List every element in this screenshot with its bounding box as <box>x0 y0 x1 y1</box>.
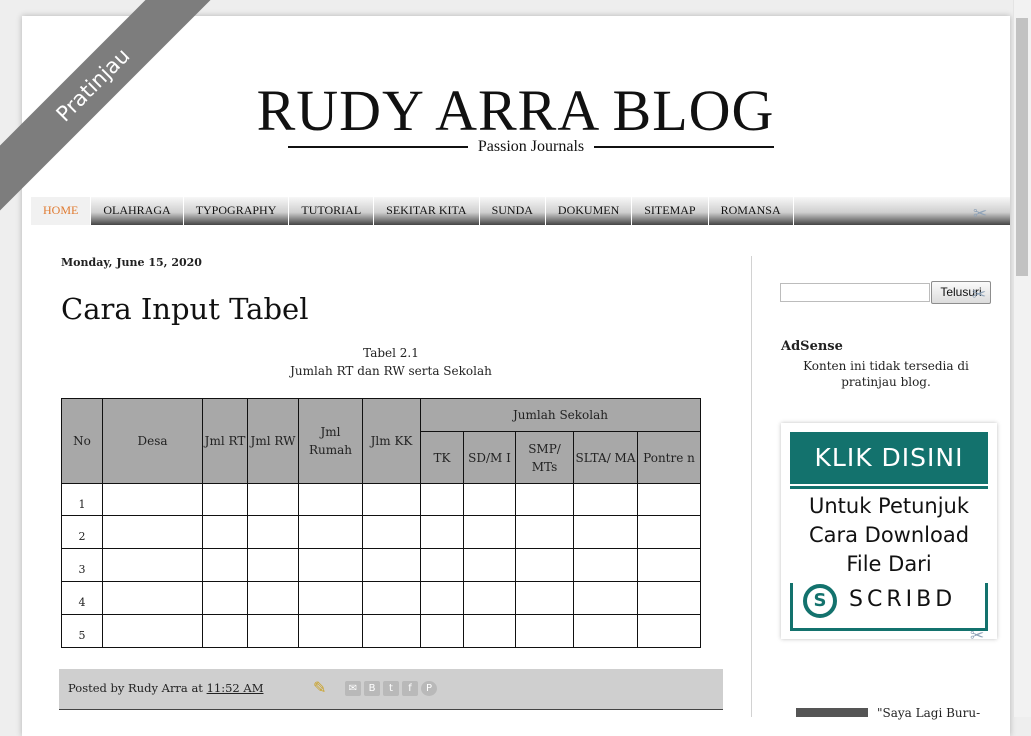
banner-line-1: Untuk Petunjuk <box>808 494 970 518</box>
banner-instructions: Untuk Petunjuk Cara Download File Dari <box>781 492 997 579</box>
twitter-share-icon[interactable]: t <box>383 681 399 696</box>
adsense-text: Konten ini tidak tersedia di pratinjau b… <box>803 359 969 389</box>
popular-post-thumbnail[interactable] <box>796 708 868 717</box>
banner-rule <box>790 486 988 489</box>
search-input[interactable] <box>780 283 930 302</box>
blog-title[interactable]: RUDY ARRA BLOG <box>0 78 1031 144</box>
nav-item-olahraga[interactable]: OLAHRAGA <box>91 197 184 225</box>
blog-tagline: Passion Journals <box>477 138 585 155</box>
nav-item-dokumen[interactable]: DOKUMEN <box>546 197 633 225</box>
header-pontren: Pontre n <box>637 431 701 484</box>
popular-post-title[interactable]: "Saya Lagi Buru- <box>877 706 980 720</box>
adsense-heading: AdSense <box>781 339 843 354</box>
edit-widget-icon[interactable]: ✂ <box>973 205 991 223</box>
table-row: 5 <box>61 614 701 648</box>
scribd-logo-icon: S <box>803 584 837 618</box>
header-slta-ma: SLTA/ MA <box>573 431 638 484</box>
email-share-icon[interactable]: ✉ <box>345 681 361 696</box>
tagline-row: Passion Journals <box>288 137 775 157</box>
row-number: 1 <box>61 483 103 516</box>
post-date: Monday, June 15, 2020 <box>61 256 202 269</box>
tagline-rule-right <box>594 146 775 148</box>
row-number: 2 <box>61 515 103 549</box>
posted-by: Posted by Rudy Arra at 11:52 AM <box>68 681 263 695</box>
main-nav: HOME OLAHRAGA TYPOGRAPHY TUTORIAL SEKITA… <box>31 197 1010 225</box>
banner-line-2: Cara Download <box>808 523 970 547</box>
row-number: 3 <box>61 548 103 582</box>
edit-post-pencil-icon[interactable]: ✎ <box>313 678 326 697</box>
banner-klik-disini: KLIK DISINI <box>790 432 988 484</box>
posted-by-text: Posted by Rudy Arra at <box>68 681 207 695</box>
table-row: 3 <box>61 548 701 582</box>
post-timestamp-link[interactable]: 11:52 AM <box>207 681 264 695</box>
nav-item-sekitar-kita[interactable]: SEKITAR KITA <box>374 197 480 225</box>
tagline-rule-left <box>288 146 468 148</box>
row-number: 4 <box>61 581 103 615</box>
footer-divider <box>59 709 723 710</box>
table-row: 1 <box>61 483 701 516</box>
nav-item-sunda[interactable]: SUNDA <box>480 197 546 225</box>
scribd-banner[interactable]: KLIK DISINI Untuk Petunjuk Cara Download… <box>781 423 997 639</box>
pinterest-share-icon[interactable]: P <box>421 681 437 696</box>
nav-item-home[interactable]: HOME <box>31 197 92 225</box>
header-jlm-kk: Jlm KK <box>362 398 421 484</box>
header-smp-mts: SMP/ MTs <box>515 431 574 484</box>
header-jml-rumah: Jml Rumah <box>298 398 363 484</box>
row-number: 5 <box>61 614 103 648</box>
header-jml-rt: Jml RT <box>202 398 248 484</box>
header-desa: Desa <box>102 398 203 484</box>
nav-item-tutorial[interactable]: TUTORIAL <box>289 197 375 225</box>
header-tk: TK <box>420 431 464 484</box>
header-jml-rw: Jml RW <box>247 398 299 484</box>
scrollbar-thumb[interactable] <box>1016 18 1028 276</box>
post-title[interactable]: Cara Input Tabel <box>61 292 308 326</box>
blogger-share-icon[interactable]: B <box>364 681 380 696</box>
header-sd-mi: SD/M I <box>463 431 516 484</box>
nav-item-romansa[interactable]: ROMANSA <box>709 197 794 225</box>
edit-banner-widget-icon[interactable]: ✂ <box>970 627 988 645</box>
header-jumlah-sekolah: Jumlah Sekolah <box>420 398 701 432</box>
nav-item-sitemap[interactable]: SITEMAP <box>632 197 709 225</box>
table-row: 2 <box>61 515 701 549</box>
header-no: No <box>61 398 103 484</box>
data-table: No Desa Jml RT Jml RW Jml Rumah Jlm KK J… <box>61 398 701 648</box>
facebook-share-icon[interactable]: f <box>402 681 418 696</box>
post-footer: Posted by Rudy Arra at 11:52 AM ✎ ✉ B t … <box>59 669 723 709</box>
banner-line-3: File Dari <box>846 552 932 576</box>
table-caption-number: Tabel 2.1 <box>363 346 419 360</box>
table-caption-title: Jumlah RT dan RW serta Sekolah <box>290 364 492 378</box>
scribd-wordmark: SCRIBD <box>849 587 957 612</box>
table-row: 4 <box>61 581 701 615</box>
sidebar-divider <box>751 256 752 717</box>
nav-item-typography[interactable]: TYPOGRAPHY <box>184 197 290 225</box>
edit-search-widget-icon[interactable]: ✂ <box>972 286 990 304</box>
